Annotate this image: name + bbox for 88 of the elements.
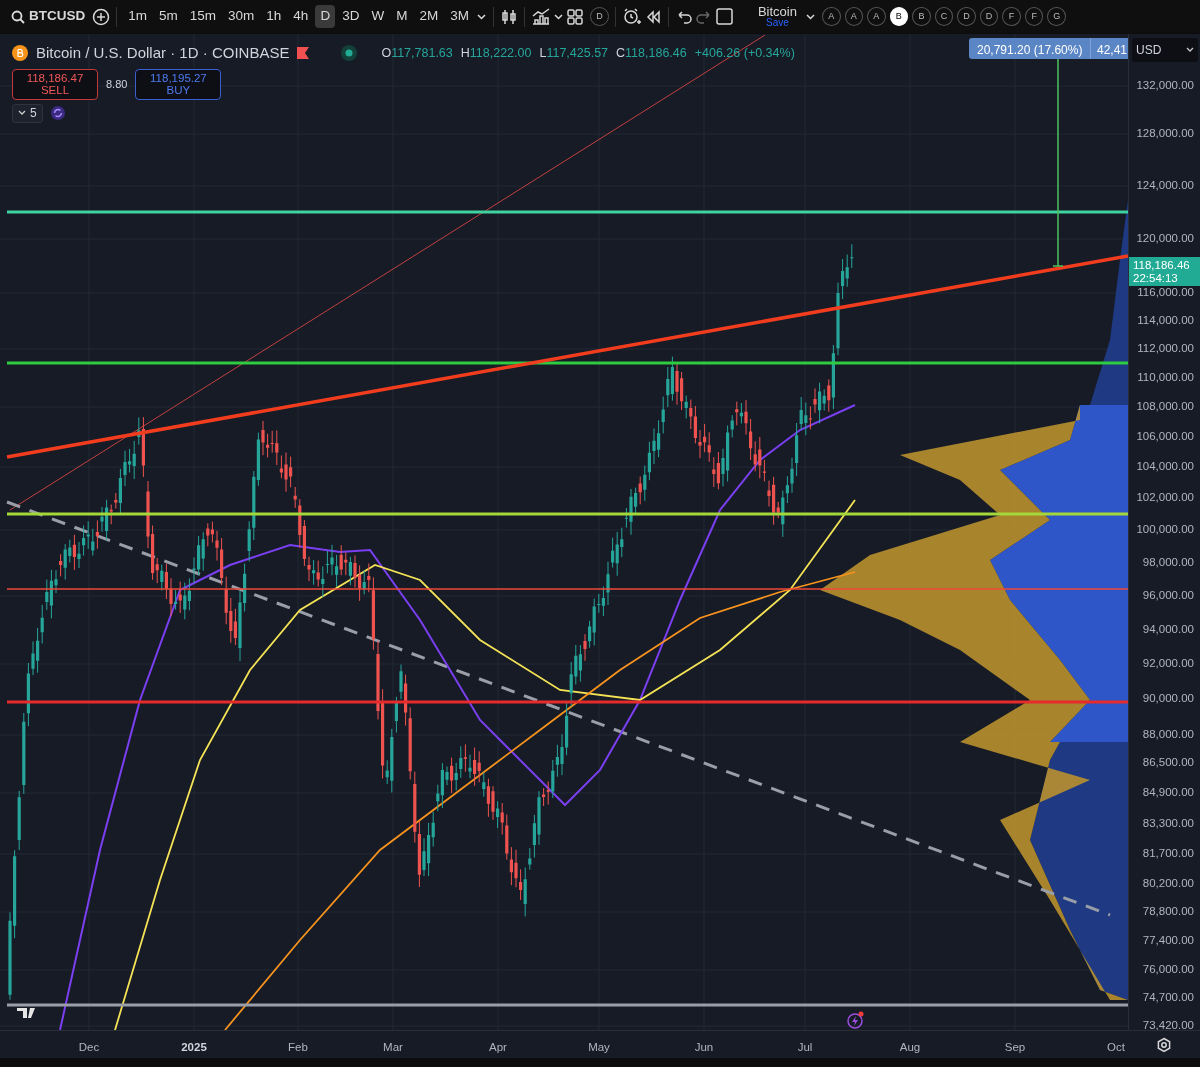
time-tick-label: Mar [383,1040,403,1055]
lightning-icon[interactable] [847,1011,864,1029]
interval-button[interactable]: 4h [288,5,314,28]
price-tick-label: 80,200.00 [1142,878,1194,890]
time-tick-label: May [588,1040,610,1055]
price-tick-label: 96,000.00 [1142,590,1194,602]
time-tick-label: Dec [78,1040,100,1055]
measure-label: 42,41 [1090,38,1128,59]
add-symbol-icon[interactable] [92,7,111,26]
letter-button[interactable]: B [889,7,909,26]
interval-button[interactable]: 3M [445,5,474,28]
price-tick-label: 84,900.00 [1142,787,1194,799]
price-tick-label: 112,000.00 [1137,343,1194,355]
time-tick-label: Jun [694,1040,714,1055]
price-tick-label: 132,000.00 [1136,80,1194,92]
price-change: +406.26 (+0.34%) [694,44,795,62]
ohlc-value: C118,186.46 [616,44,687,62]
caret-icon[interactable] [804,11,816,22]
price-tick-label: 76,000.00 [1142,964,1194,976]
ohlc-value: L117,425.57 [539,44,609,62]
price-tick-label: 94,000.00 [1142,624,1194,636]
price-tick-label: 77,400.00 [1142,935,1194,947]
interval-button[interactable]: 15m [184,5,222,28]
symbol-search-button[interactable]: BTCUSD [6,5,91,28]
currency-dropdown[interactable]: USD [1132,38,1198,62]
candlestick-icon[interactable] [499,7,518,26]
chevron-icon [18,110,26,116]
square-icon[interactable] [714,7,734,26]
flag-icon[interactable] [297,47,310,60]
indicators-collapse-button[interactable]: 5 [12,103,43,123]
bitcoin-icon [12,45,28,62]
price-tick-label: 104,000.00 [1136,461,1194,473]
layout-save-button[interactable]: Bitcoin Save [751,5,803,28]
search-icon [11,9,25,24]
interval-button[interactable]: 1h [261,5,287,28]
time-tick-label: Oct [1107,1040,1125,1055]
refresh-icon[interactable] [50,106,65,120]
caret-icon[interactable] [552,11,564,22]
price-tick-label: 110,000.00 [1137,372,1194,384]
price-tick-label: 100,000.00 [1136,524,1194,536]
price-tick-label: 116,000.00 [1137,287,1194,299]
caret-icon [1186,47,1194,53]
time-tick-label: Sep [1004,1040,1026,1055]
settings-icon[interactable] [1156,1036,1172,1053]
price-tick-label: 73,420.00 [1142,1020,1194,1032]
sell-button[interactable]: 118,186.47 SELL [12,68,98,100]
price-tick-label: 108,000.00 [1136,401,1194,413]
price-tick-label: 78,800.00 [1142,906,1194,918]
ohlc-value: H118,222.00 [460,44,532,62]
time-tick-label: Apr [489,1040,507,1055]
alarm-clock-icon[interactable] [621,7,642,26]
price-tick-label: 128,000.00 [1136,128,1194,140]
interval-button[interactable]: D [315,5,336,28]
time-tick-label: Aug [899,1040,921,1055]
price-tick-label: 102,000.00 [1136,492,1194,504]
price-tick-label: 74,700.00 [1142,992,1194,1004]
tradingview-logo-icon [17,1008,35,1018]
price-tick-label: 120,000.00 [1136,233,1194,245]
spread-value: 8.80 [106,76,128,92]
last-price-label: 118,186.46 22:54:13 [1129,257,1200,287]
interval-button[interactable]: M [391,5,413,28]
symbol-title: Bitcoin / U.S. Dollar · 1D · COINBASE [36,43,290,63]
interval-button[interactable]: 30m [223,5,260,28]
layout-grid-icon[interactable] [565,7,584,26]
interval-button[interactable]: W [366,5,390,28]
price-tick-label: 92,000.00 [1142,658,1194,670]
price-tick-label: 124,000.00 [1136,180,1194,192]
interval-button[interactable]: 2M [414,5,444,28]
price-tick-label: 83,300.00 [1142,818,1194,830]
price-tick-label: 98,000.00 [1142,557,1194,569]
time-tick-label: Jul [797,1040,813,1055]
interval-button[interactable]: 1m [123,5,152,28]
caret-icon[interactable] [475,11,487,22]
price-tick-label: 114,000.00 [1137,315,1194,327]
measure-label: 20,791.20 (17.60%) [969,38,1091,59]
price-tick-label: 81,700.00 [1142,848,1194,860]
ohlc-value: O117,781.63 [381,44,453,62]
price-tick-label: 90,000.00 [1142,693,1194,705]
indicators-icon[interactable] [530,7,551,26]
time-tick-label: Feb [288,1040,308,1055]
price-tick-label: 86,500.00 [1142,757,1194,769]
time-tick-label: 2025 [181,1040,207,1055]
price-tick-label: 88,000.00 [1142,729,1194,741]
buy-button[interactable]: 118,195.27 BUY [135,68,222,100]
market-status-icon [341,45,358,62]
price-tick-label: 106,000.00 [1136,431,1194,443]
interval-button[interactable]: 5m [154,5,183,28]
interval-button[interactable]: 3D [337,5,365,28]
